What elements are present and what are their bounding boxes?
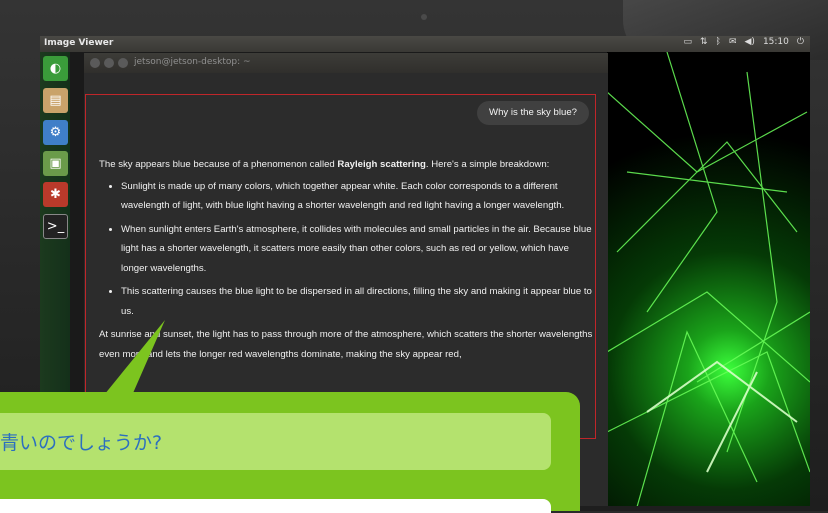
files-icon[interactable]: ▤ [43,88,68,113]
list-item: This scattering causes the blue light to… [121,282,594,321]
list-item: Sunlight is made up of many colors, whic… [121,177,594,216]
answer-bullet-list: Sunlight is made up of many colors, whic… [99,177,594,322]
system-tools-icon[interactable]: ✱ [43,182,68,207]
wallpaper-green-lines [607,52,810,506]
user-message-bubble: Why is the sky blue? [477,101,589,125]
answer-intro-text: The sky appears blue because of a phenom… [99,159,338,170]
answer-intro-bold: Rayleigh scattering [337,159,426,170]
answer-intro: The sky appears blue because of a phenom… [99,155,594,175]
dash-home-icon[interactable]: ◐ [43,56,68,81]
clock[interactable]: 15:10 [763,37,789,47]
mail-icon[interactable]: ✉ [729,37,737,47]
minimize-button[interactable] [104,58,114,68]
maximize-button[interactable] [118,58,128,68]
speech-bubble-tail [100,320,165,400]
image-viewer-icon[interactable]: ▣ [43,151,68,176]
power-icon[interactable]: ⏻ [797,37,804,47]
volume-icon[interactable]: ◀) [745,37,755,47]
terminal-titlebar[interactable]: jetson@jetson-desktop: ~ [84,53,608,73]
system-tray: ▭ ⇅ ᛒ ✉ ◀) 15:10 ⏻ [683,37,804,47]
settings-icon[interactable]: ⚙ [43,120,68,145]
list-item: When sunlight enters Earth's atmosphere,… [121,220,594,279]
network-icon[interactable]: ⇅ [700,37,708,47]
close-button[interactable] [90,58,100,68]
keyboard-icon[interactable]: ▭ [683,37,692,47]
top-panel: Image Viewer ▭ ⇅ ᛒ ✉ ◀) 15:10 ⏻ [40,36,810,52]
webcam [421,14,427,20]
active-app-title: Image Viewer [44,38,114,48]
terminal-title: jetson@jetson-desktop: ~ [134,57,251,67]
wallpaper-art [607,52,810,506]
bluetooth-icon[interactable]: ᛒ [716,37,721,47]
answer-intro-tail: . Here's a simple breakdown: [425,159,550,170]
terminal-icon[interactable]: >_ [43,214,68,239]
question-text: 青いのでしょうか? [0,432,163,454]
